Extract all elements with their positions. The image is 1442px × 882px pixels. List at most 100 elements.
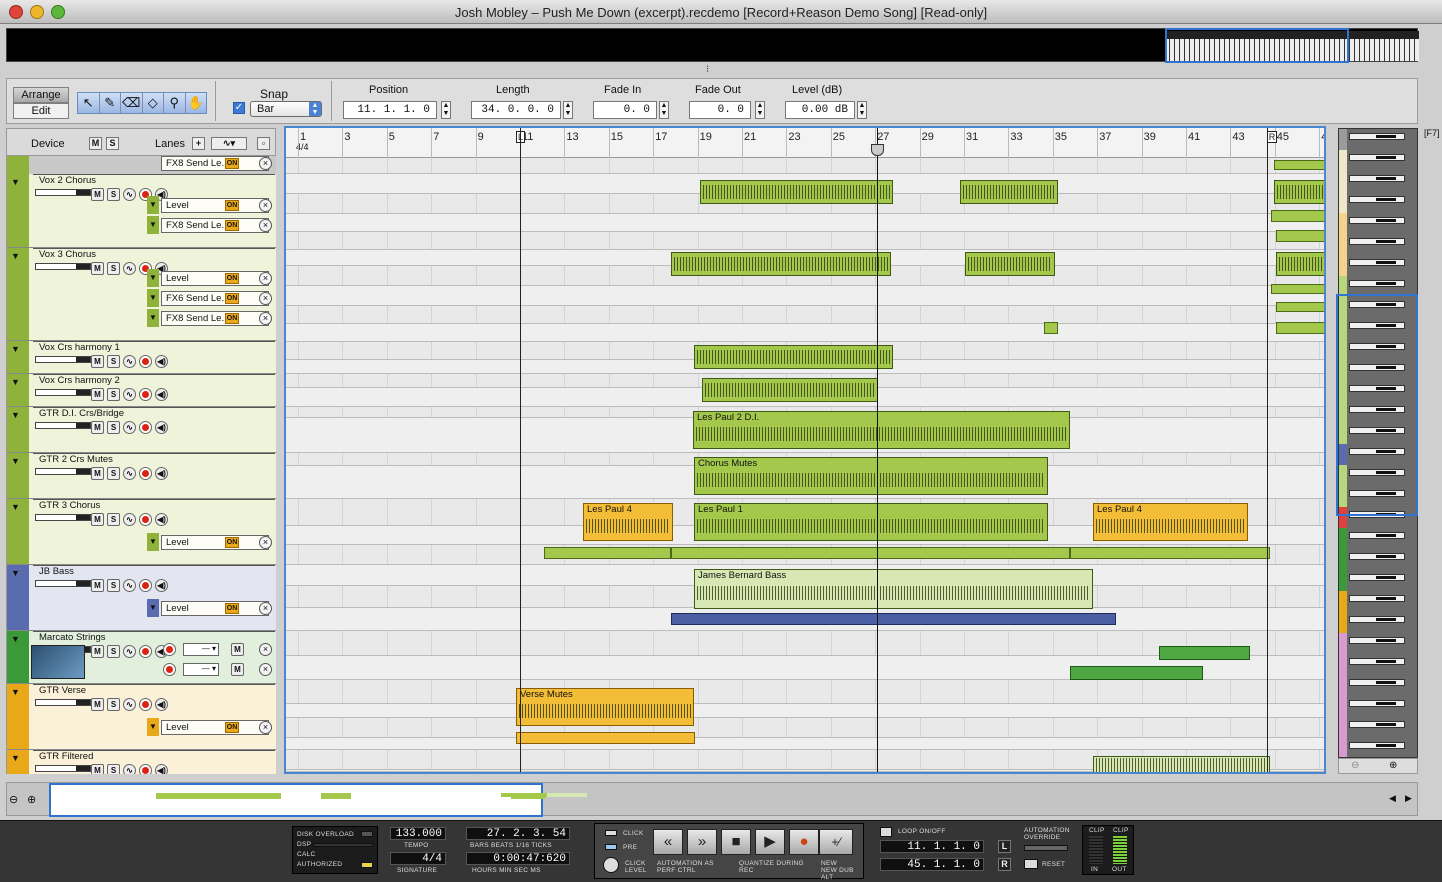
rack-device[interactable] — [1349, 259, 1405, 266]
bar-ruler[interactable]: 4/4 1 3 5 7 9 11 13 15 17 19 21 23 25 27 29 31 33 35 37 39 4… — [286, 128, 1324, 158]
clip-gtr-filtered[interactable] — [1093, 756, 1270, 772]
snap-checkbox[interactable]: ✓ — [233, 102, 245, 114]
lane-record-button[interactable] — [163, 643, 176, 656]
clip[interactable] — [960, 180, 1058, 204]
quantize-rec-label[interactable]: QUANTIZE DURING REC — [739, 860, 809, 874]
lane-collapse-icon[interactable]: ▼ — [147, 289, 159, 307]
play-button[interactable]: ▶ — [755, 829, 785, 855]
mute-button[interactable]: M — [91, 188, 104, 201]
pencil-tool-icon[interactable]: ✎ — [100, 93, 121, 113]
track-row[interactable]: ▼ GTR Verse M S ∿ ◀) — [7, 684, 276, 750]
solo-button[interactable]: S — [107, 579, 120, 592]
mute-button[interactable]: M — [91, 698, 104, 711]
record-enable-button[interactable] — [139, 467, 152, 480]
record-enable-button[interactable] — [139, 388, 152, 401]
signature-display[interactable]: 4/4 — [390, 852, 446, 865]
lane-collapse-icon[interactable]: ▼ — [147, 216, 159, 234]
remove-lane-icon[interactable]: × — [259, 643, 272, 656]
clip[interactable] — [965, 252, 1055, 276]
lane-on-toggle[interactable]: ON — [225, 313, 239, 324]
lane-collapse-icon[interactable]: ▼ — [147, 718, 159, 736]
lane-collapse-icon[interactable]: ▼ — [147, 196, 159, 214]
track-name[interactable]: Vox 3 Chorus — [33, 248, 275, 261]
rack-device[interactable] — [1349, 700, 1405, 707]
monitor-button[interactable]: ◀) — [155, 513, 168, 526]
record-enable-button[interactable] — [139, 698, 152, 711]
lane-collapse-icon[interactable]: ▼ — [147, 309, 159, 327]
rack-device[interactable] — [1349, 238, 1405, 245]
remove-lane-icon[interactable]: × — [259, 292, 272, 305]
monitor-button[interactable]: ◀) — [155, 421, 168, 434]
automation-button[interactable]: ∿ — [123, 355, 136, 368]
automation-clip[interactable] — [544, 547, 671, 559]
solo-button[interactable]: S — [107, 764, 120, 774]
track-row[interactable]: ▼ GTR 3 Chorus M S ∿ ◀) — [7, 499, 276, 565]
mute-button[interactable]: M — [91, 421, 104, 434]
record-enable-button[interactable] — [139, 579, 152, 592]
track-row[interactable]: ▼ JB Bass M S ∿ ◀) — [7, 565, 276, 631]
reset-button[interactable] — [1024, 859, 1038, 869]
clip-les-paul-4[interactable]: Les Paul 4 — [583, 503, 673, 541]
track-name[interactable]: GTR 3 Chorus — [33, 499, 275, 512]
nav-scroll-left-icon[interactable]: ◀ — [1389, 793, 1396, 804]
remove-lane-icon[interactable]: × — [259, 157, 272, 170]
lane-on-toggle[interactable]: ON — [225, 273, 239, 284]
rack-device[interactable] — [1349, 595, 1405, 602]
automation-button[interactable]: ∿ — [123, 467, 136, 480]
right-locator-marker[interactable]: R — [1266, 131, 1278, 143]
note-clip[interactable] — [1070, 666, 1203, 680]
solo-button[interactable]: S — [107, 421, 120, 434]
lane-on-toggle[interactable]: ON — [225, 722, 239, 733]
length-stepper[interactable]: ▲ ▼ — [563, 101, 573, 119]
nav-zoom-out-icon[interactable]: ⊖ — [9, 793, 18, 806]
rack-device[interactable] — [1349, 196, 1405, 203]
stop-button[interactable]: ■ — [721, 829, 751, 855]
expand-arrow-icon[interactable]: ▼ — [11, 634, 20, 644]
monitor-button[interactable]: ◀) — [155, 579, 168, 592]
rewind-button[interactable]: « — [653, 829, 683, 855]
automation-button[interactable]: ∿ — [123, 645, 136, 658]
song-position-display[interactable]: 27. 2. 3. 54 — [466, 827, 570, 840]
remove-lane-icon[interactable]: × — [259, 199, 272, 212]
solo-header-button[interactable]: S — [106, 137, 119, 150]
automation-button[interactable]: ∿ — [123, 262, 136, 275]
hand-tool-icon[interactable]: ✋ — [186, 93, 207, 113]
solo-button[interactable]: S — [107, 698, 120, 711]
track-name[interactable]: Vox 2 Chorus — [33, 174, 275, 187]
remove-lane-icon[interactable]: × — [259, 663, 272, 676]
automation-button[interactable]: ∿ — [123, 388, 136, 401]
rack-device[interactable] — [1349, 175, 1405, 182]
playhead-handle-icon[interactable] — [871, 144, 885, 156]
fast-forward-button[interactable]: » — [687, 829, 717, 855]
expand-arrow-icon[interactable]: ▼ — [11, 687, 20, 697]
expand-arrow-icon[interactable]: ▼ — [11, 456, 20, 466]
lane-select[interactable]: — ▾ — [183, 643, 219, 656]
solo-button[interactable]: S — [107, 355, 120, 368]
note-clip[interactable] — [1159, 646, 1250, 660]
record-enable-button[interactable] — [139, 764, 152, 774]
loop-left-display[interactable]: 11. 1. 1. 0 — [880, 840, 984, 853]
automation-lane-menu-icon[interactable]: ∿▾ — [211, 137, 247, 150]
go-to-right-locator-button[interactable]: R — [998, 858, 1011, 871]
automation-button[interactable]: ∿ — [123, 764, 136, 774]
remove-lane-icon[interactable]: × — [259, 272, 272, 285]
automation-clip[interactable] — [1276, 302, 1324, 312]
automation-button[interactable]: ∿ — [123, 698, 136, 711]
clip[interactable] — [671, 252, 891, 276]
navigator-view-window[interactable] — [49, 783, 545, 817]
playhead[interactable] — [877, 128, 879, 772]
remove-lane-icon[interactable]: × — [259, 721, 272, 734]
fade-in-stepper[interactable]: ▲ ▼ — [659, 101, 669, 119]
solo-button[interactable]: S — [107, 188, 120, 201]
eraser-tool-icon[interactable]: ⌫ — [121, 93, 143, 113]
lane-mute-button[interactable]: M — [231, 643, 244, 656]
track-name[interactable]: Vox Crs harmony 1 — [33, 341, 275, 354]
mute-button[interactable]: M — [91, 579, 104, 592]
clip[interactable] — [702, 378, 878, 402]
verse-level-clip[interactable] — [516, 732, 695, 744]
clip-les-paul-2-di[interactable]: Les Paul 2 D.I. — [693, 411, 1070, 449]
automation-lane[interactable]: ▼ FX6 Send Le... ON × — [147, 289, 275, 307]
track-name[interactable]: GTR Verse — [33, 684, 275, 697]
clip[interactable] — [700, 180, 893, 204]
mute-button[interactable]: M — [91, 645, 104, 658]
